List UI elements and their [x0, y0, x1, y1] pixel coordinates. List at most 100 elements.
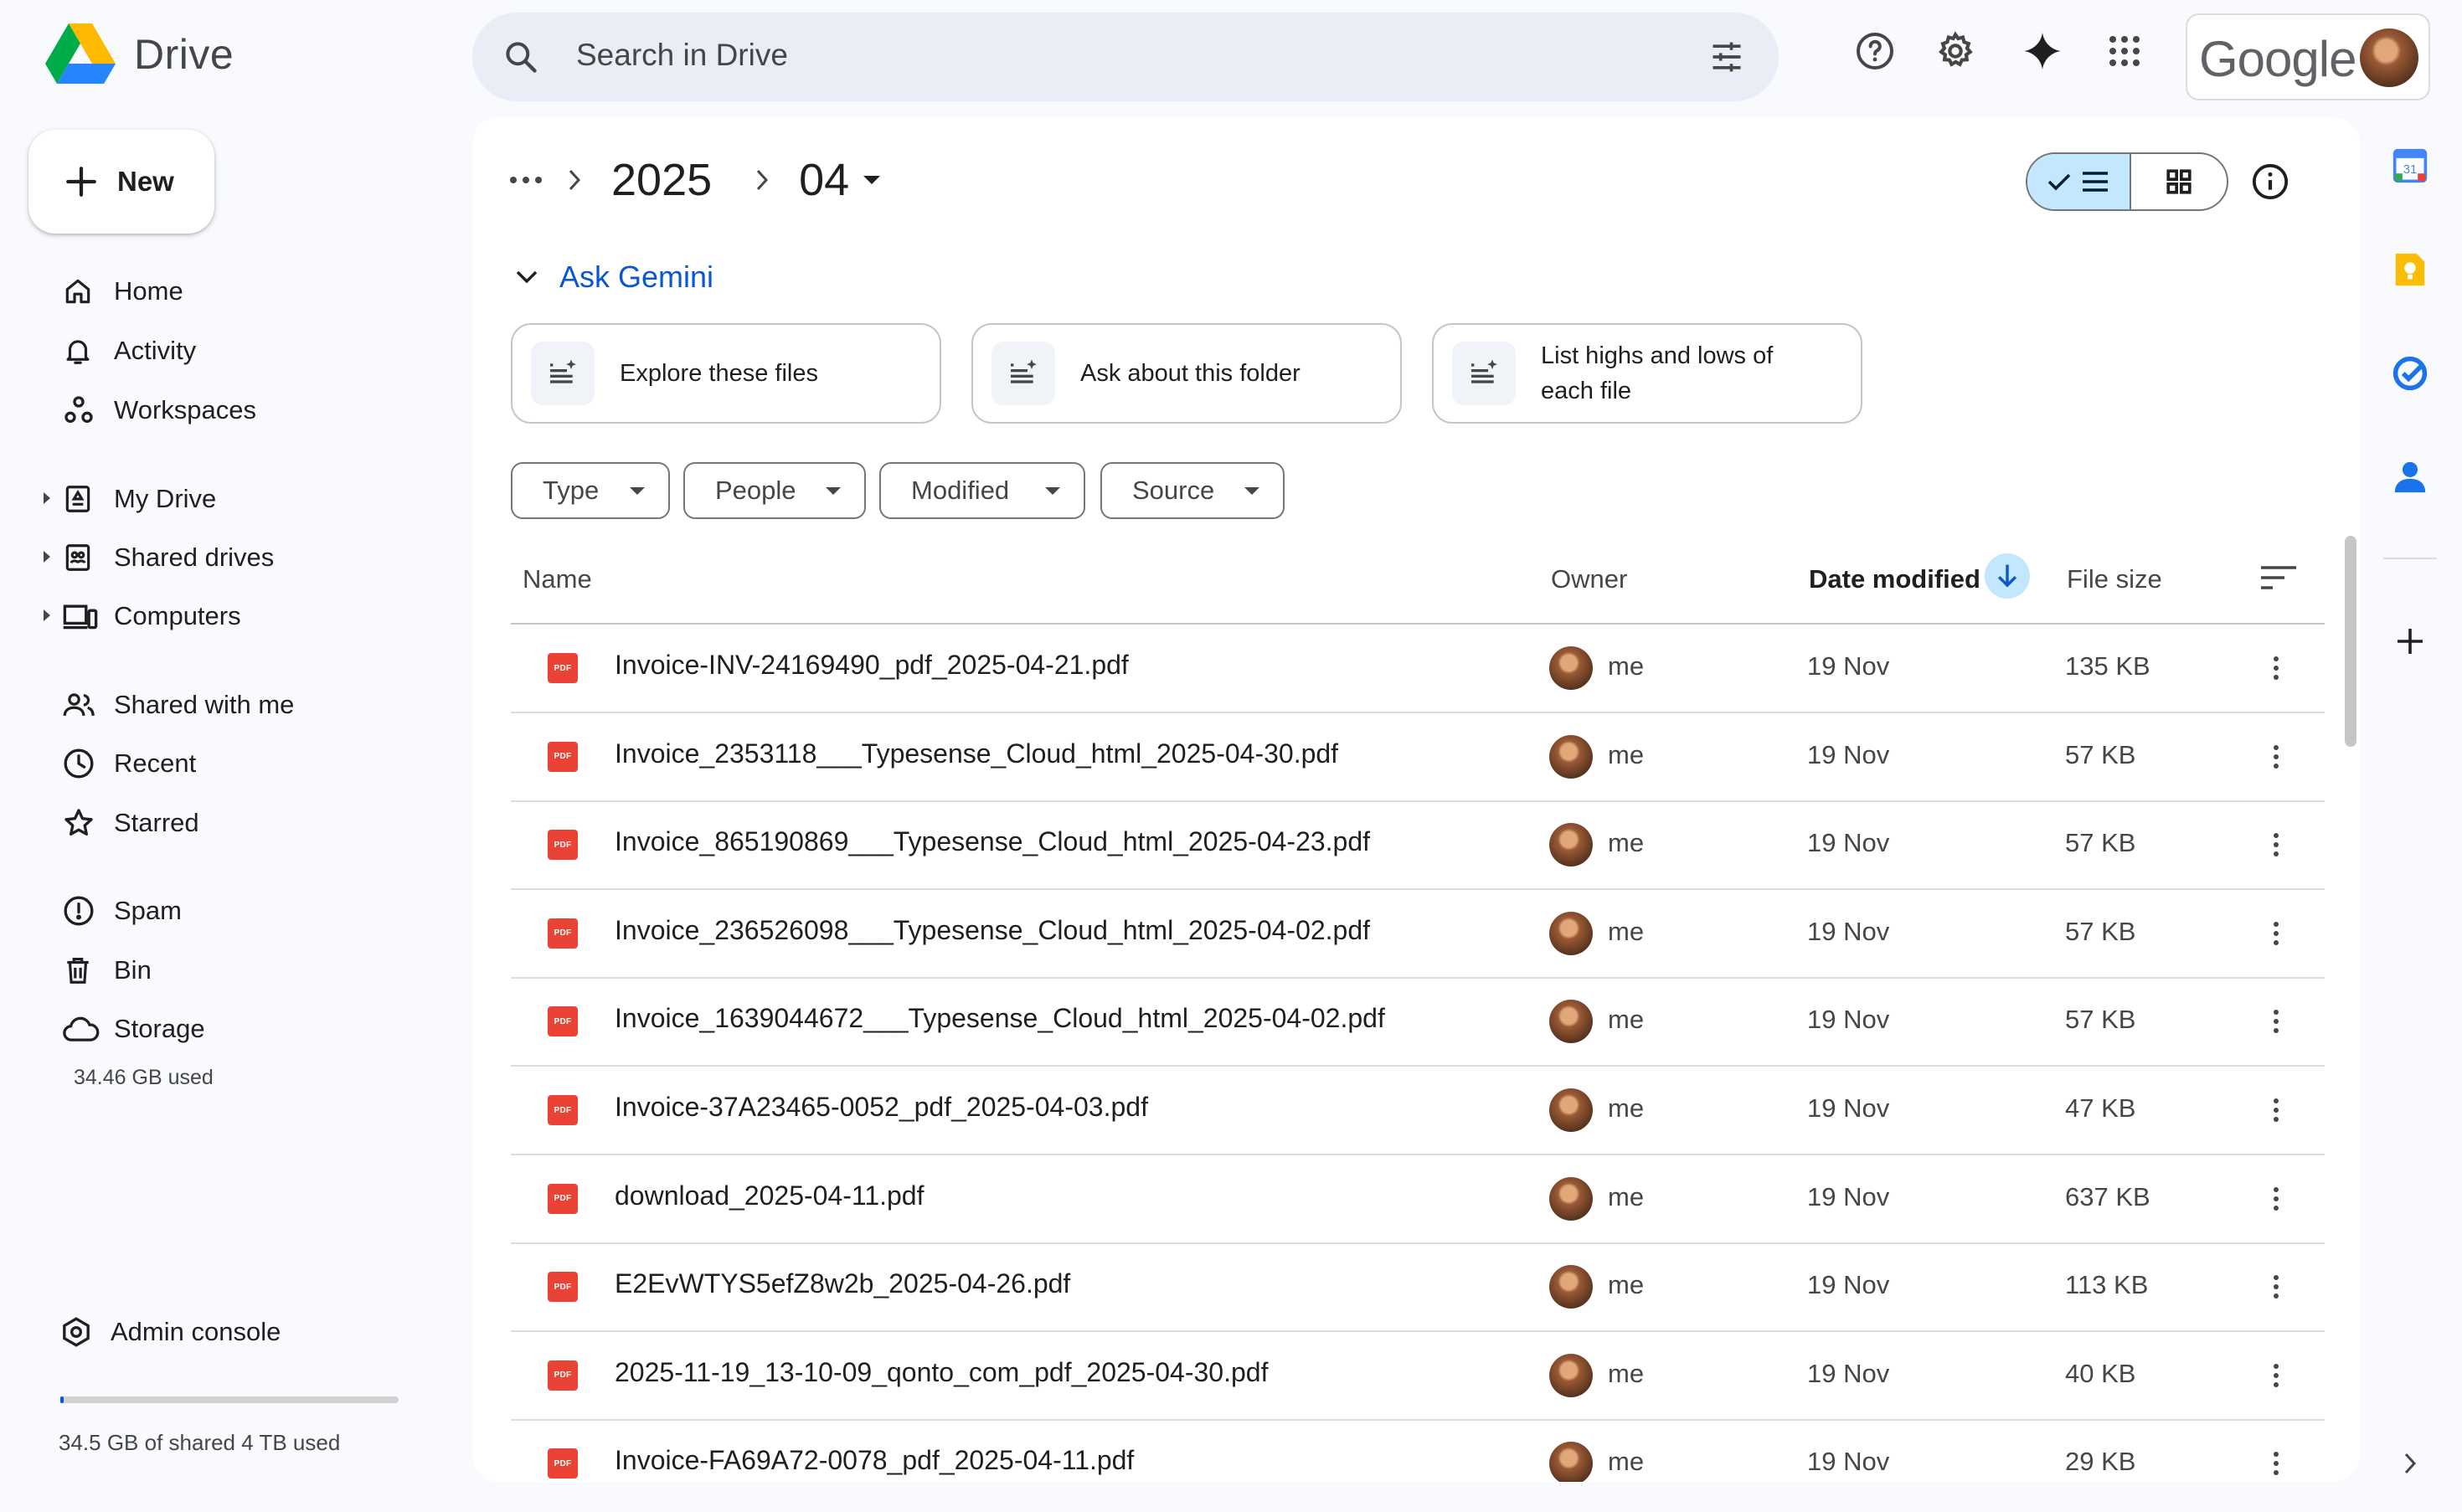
- contacts-icon[interactable]: [2390, 457, 2430, 497]
- filter-people[interactable]: People: [683, 462, 866, 519]
- more-actions-icon[interactable]: [2256, 1355, 2296, 1396]
- calendar-icon[interactable]: 31: [2390, 146, 2430, 186]
- sidebar-item-starred[interactable]: Starred: [47, 798, 199, 848]
- gemini-suggestion-folder[interactable]: Ask about this folder: [971, 323, 1402, 424]
- sidebar-item-label: My Drive: [114, 484, 217, 513]
- main-content: 2025 04 Ask Gemini Explore these files A…: [472, 117, 2360, 1482]
- sidebar-item-computers[interactable]: Computers: [44, 591, 241, 641]
- more-actions-icon[interactable]: [2256, 737, 2296, 777]
- ask-gemini-toggle[interactable]: Ask Gemini: [516, 260, 713, 295]
- table-row[interactable]: PDF Invoice_1639044672___Typesense_Cloud_…: [511, 978, 2325, 1067]
- more-actions-icon[interactable]: [2256, 648, 2296, 688]
- owner-name: me: [1608, 916, 1645, 946]
- search-icon[interactable]: [502, 39, 539, 75]
- sidebar-item-bin[interactable]: Bin: [47, 945, 152, 995]
- drive-logo[interactable]: Drive: [45, 23, 234, 85]
- settings-gear-icon[interactable]: [1933, 28, 1978, 74]
- more-actions-icon[interactable]: [2256, 1443, 2296, 1482]
- table-row[interactable]: PDF Invoice-INV-24169490_pdf_2025-04-21.p…: [511, 625, 2325, 713]
- chevron-right-icon: [755, 168, 769, 192]
- owner-name: me: [1608, 1270, 1645, 1300]
- tasks-icon[interactable]: [2390, 353, 2430, 393]
- sidebar-item-storage[interactable]: Storage: [47, 1004, 205, 1054]
- sidebar-item-activity[interactable]: Activity: [47, 326, 196, 376]
- filter-modified[interactable]: Modified: [879, 462, 1085, 519]
- gemini-suggestion-highs-lows[interactable]: List highs and lows of each file: [1432, 323, 1862, 424]
- filter-source[interactable]: Source: [1100, 462, 1285, 519]
- dropdown-caret-icon: [1244, 486, 1259, 495]
- sidebar-item-shared-drives[interactable]: Shared drives: [44, 532, 274, 583]
- help-icon[interactable]: [1852, 28, 1898, 74]
- date-modified: 19 Nov: [1807, 828, 1890, 858]
- breadcrumb-parent[interactable]: 2025: [611, 154, 712, 206]
- owner-name: me: [1608, 1358, 1645, 1388]
- filter-label: Modified: [911, 476, 1010, 505]
- file-size: 57 KB: [2065, 916, 2136, 946]
- expand-caret-icon[interactable]: [44, 551, 50, 563]
- table-row[interactable]: PDF Invoice-37A23465-0052_pdf_2025-04-03.…: [511, 1067, 2325, 1155]
- owner-avatar: [1549, 734, 1593, 779]
- search-bar[interactable]: Search in Drive: [472, 13, 1779, 101]
- column-header-date-modified[interactable]: Date modified: [1809, 564, 1980, 594]
- list-view-button[interactable]: [2027, 154, 2131, 209]
- expand-caret-icon[interactable]: [44, 609, 50, 621]
- table-row[interactable]: PDF Invoice_865190869___Typesense_Cloud_h…: [511, 801, 2325, 891]
- table-row[interactable]: PDF E2EvWTYS5efZ8w2b_2025-04-26.pdf me 19 N…: [511, 1243, 2325, 1333]
- more-actions-icon[interactable]: [2256, 825, 2296, 865]
- filter-type[interactable]: Type: [511, 462, 670, 519]
- sidebar-item-home[interactable]: Home: [47, 266, 183, 316]
- more-actions-icon[interactable]: [2256, 1001, 2296, 1041]
- expand-caret-icon[interactable]: [44, 492, 50, 504]
- column-header-owner[interactable]: Owner: [1551, 564, 1627, 594]
- sidebar-item-workspaces[interactable]: Workspaces: [47, 385, 256, 435]
- folder-menu-caret-icon[interactable]: [863, 174, 881, 186]
- more-actions-icon[interactable]: [2256, 1267, 2296, 1307]
- computers-icon: [47, 600, 114, 632]
- breadcrumb-current[interactable]: 04: [799, 154, 849, 206]
- account-button[interactable]: Google: [2186, 13, 2430, 100]
- gemini-sparkle-icon[interactable]: [2020, 28, 2065, 74]
- table-row[interactable]: PDF download_2025-04-11.pdf me 19 Nov 637 KB: [511, 1155, 2325, 1244]
- keep-icon[interactable]: [2390, 249, 2430, 290]
- file-size: 135 KB: [2065, 651, 2150, 681]
- date-modified: 19 Nov: [1807, 1181, 1890, 1211]
- sidebar-item-admin-console[interactable]: Admin console: [44, 1307, 281, 1357]
- add-app-plus-icon[interactable]: [2390, 621, 2430, 661]
- pdf-file-icon: PDF: [548, 1272, 578, 1303]
- owner-avatar: [1549, 1442, 1593, 1482]
- storage-used-text: 34.46 GB used: [74, 1066, 214, 1089]
- sidebar-item-spam[interactable]: Spam: [47, 886, 182, 936]
- list-sparkle-icon: [991, 342, 1055, 405]
- sidebar-item-my-drive[interactable]: My Drive: [44, 474, 217, 524]
- gemini-suggestion-explore[interactable]: Explore these files: [511, 323, 941, 424]
- info-icon[interactable]: [2251, 162, 2289, 201]
- column-header-file-size[interactable]: File size: [2067, 564, 2162, 594]
- sort-options-icon[interactable]: [2259, 564, 2298, 591]
- workspaces-icon: [47, 393, 114, 427]
- table-row[interactable]: PDF Invoice_236526098___Typesense_Cloud_h…: [511, 890, 2325, 979]
- table-row[interactable]: PDF Invoice_2353118___Typesense_Cloud_htm…: [511, 713, 2325, 802]
- more-actions-icon[interactable]: [2256, 1179, 2296, 1219]
- breadcrumb-ellipsis[interactable]: [502, 157, 549, 203]
- date-modified: 19 Nov: [1807, 651, 1890, 681]
- sidebar-item-shared-with-me[interactable]: Shared with me: [47, 680, 294, 730]
- list-sparkle-icon: [531, 342, 595, 405]
- apps-grid-icon[interactable]: [2102, 28, 2147, 74]
- grid-view-button[interactable]: [2131, 154, 2227, 209]
- sort-descending-icon[interactable]: [1985, 553, 2030, 599]
- more-actions-icon[interactable]: [2256, 1090, 2296, 1130]
- new-button[interactable]: New: [28, 130, 214, 234]
- file-size: 47 KB: [2065, 1093, 2136, 1123]
- file-size: 637 KB: [2065, 1181, 2150, 1211]
- search-input[interactable]: Search in Drive: [576, 38, 788, 73]
- scrollbar[interactable]: [2345, 536, 2356, 747]
- pdf-file-icon: PDF: [548, 1006, 578, 1037]
- column-header-name[interactable]: Name: [523, 564, 592, 594]
- table-row[interactable]: PDF 2025-11-19_13-10-09_qonto_com_pdf_202…: [511, 1332, 2325, 1421]
- chevron-right-icon[interactable]: [2390, 1443, 2430, 1484]
- table-row[interactable]: PDF Invoice-FA69A72-0078_pdf_2025-04-11.p…: [511, 1420, 2325, 1482]
- sidebar-item-recent[interactable]: Recent: [47, 738, 196, 789]
- pdf-file-icon: PDF: [548, 1183, 578, 1214]
- search-options-icon[interactable]: [1708, 39, 1745, 75]
- more-actions-icon[interactable]: [2256, 913, 2296, 954]
